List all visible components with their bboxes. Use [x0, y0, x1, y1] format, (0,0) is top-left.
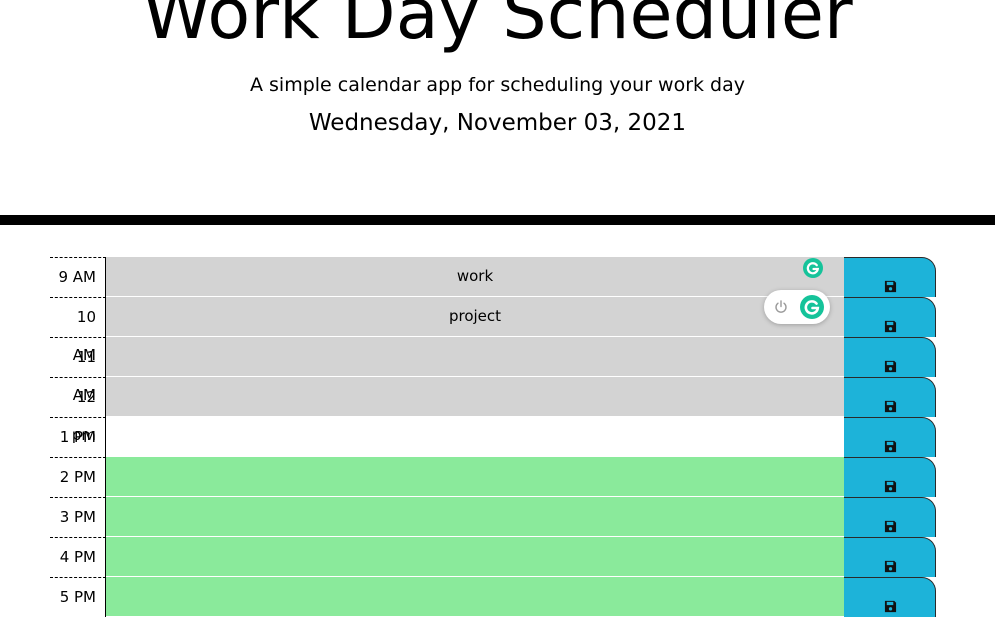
description-field[interactable]: work — [106, 257, 844, 297]
description-field[interactable] — [106, 497, 844, 537]
time-block: 4 PM — [50, 537, 937, 577]
save-button[interactable] — [844, 497, 936, 537]
power-icon[interactable] — [773, 299, 789, 315]
save-button[interactable] — [844, 417, 936, 457]
hour-label: 2 PM — [50, 457, 106, 497]
grammarly-icon[interactable] — [803, 258, 823, 278]
page-title: Work Day Scheduler — [142, 0, 853, 55]
time-block: 12 pm — [50, 377, 937, 444]
save-button[interactable] — [844, 337, 936, 377]
hour-label: 11 AM — [50, 337, 106, 404]
grammarly-g-icon — [806, 262, 820, 275]
hour-label: 3 PM — [50, 497, 106, 537]
description-field[interactable] — [106, 577, 844, 617]
save-button[interactable] — [844, 377, 936, 417]
hour-label: 4 PM — [50, 537, 106, 577]
floppy-disk-icon — [884, 360, 897, 373]
floppy-disk-icon — [884, 400, 897, 413]
current-date: Wednesday, November 03, 2021 — [308, 110, 687, 136]
time-block: 1 PM — [50, 417, 937, 457]
description-field[interactable] — [106, 337, 844, 377]
time-block: 3 PM — [50, 497, 937, 537]
floppy-disk-icon — [884, 480, 897, 493]
grammarly-g-icon — [804, 300, 820, 315]
save-button[interactable] — [844, 577, 936, 617]
header: Work Day Scheduler A simple calendar app… — [0, 0, 995, 225]
floppy-disk-icon — [884, 440, 897, 453]
description-field[interactable]: project — [106, 297, 844, 337]
hour-label: 9 AM — [50, 257, 106, 297]
description-field[interactable] — [106, 377, 844, 417]
floppy-disk-icon — [884, 280, 897, 293]
description-field[interactable] — [106, 417, 844, 457]
time-block: 5 PM — [50, 577, 937, 617]
save-button[interactable] — [844, 257, 936, 297]
floppy-disk-icon — [884, 520, 897, 533]
time-block: 11 AM — [50, 337, 937, 404]
save-button[interactable] — [844, 537, 936, 577]
save-button[interactable] — [844, 297, 936, 337]
floppy-disk-icon — [884, 560, 897, 573]
hour-label: 1 PM — [50, 417, 106, 457]
save-button[interactable] — [844, 457, 936, 497]
hour-label: 12 pm — [50, 377, 106, 444]
grammarly-icon[interactable] — [800, 295, 824, 319]
description-field[interactable] — [106, 537, 844, 577]
hour-label: 5 PM — [50, 577, 106, 617]
page-subtitle: A simple calendar app for scheduling you… — [249, 74, 746, 96]
time-block: 2 PM — [50, 457, 937, 497]
grammarly-toolbar[interactable] — [764, 290, 830, 324]
floppy-disk-icon — [884, 320, 897, 333]
hour-label: 10 AM — [50, 297, 106, 364]
description-field[interactable] — [106, 457, 844, 497]
floppy-disk-icon — [884, 600, 897, 613]
